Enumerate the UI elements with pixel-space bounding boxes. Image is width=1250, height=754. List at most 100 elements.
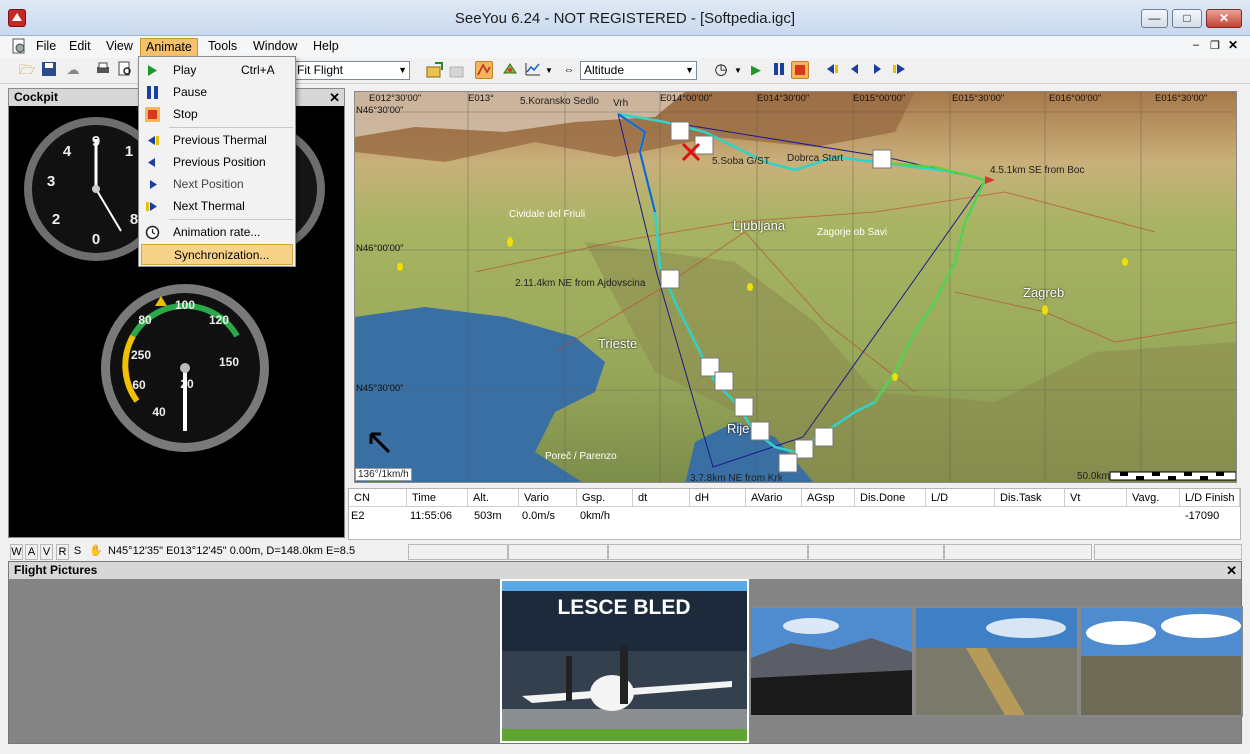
play-icon xyxy=(148,65,157,76)
menu-previous-position[interactable]: Previous Position xyxy=(141,152,293,173)
photo-cockpit-view[interactable] xyxy=(749,606,914,717)
menu-play[interactable]: Play Ctrl+A xyxy=(141,60,293,81)
menu-help[interactable]: Help xyxy=(308,38,344,57)
status-s-button[interactable]: S xyxy=(71,544,84,560)
print-icon[interactable] xyxy=(94,61,112,79)
next-thermal-icon[interactable] xyxy=(891,61,909,79)
document-icon[interactable] xyxy=(11,38,28,55)
menu-tools[interactable]: Tools xyxy=(203,38,242,57)
flight-map[interactable]: E012°30'00" E013° E014°00'00" E014°30'00… xyxy=(354,91,1237,483)
coord-top: E015°30'00" xyxy=(952,93,1005,104)
thermal-icon[interactable] xyxy=(501,61,519,79)
turnpoint-label: 5.Koransko Sedlo xyxy=(520,96,599,107)
title-bar: SeeYou 6.24 - NOT REGISTERED - [Softpedi… xyxy=(0,0,1250,36)
close-icon[interactable]: ✕ xyxy=(329,89,340,106)
graph-combo[interactable]: Altitude ▼ xyxy=(580,61,697,80)
clock-icon[interactable]: ◷ xyxy=(712,61,730,79)
column-header[interactable]: L/D xyxy=(926,489,995,507)
town-label: Cividale del Friuli xyxy=(509,209,586,220)
cell-alt: 503m xyxy=(474,510,502,522)
menu-animation-rate[interactable]: Animation rate... xyxy=(141,222,293,243)
start-label: Dobrca Start xyxy=(787,153,844,164)
column-header[interactable]: Vario xyxy=(519,489,577,507)
turnpoint-label: 3.7.8km NE from Krk xyxy=(690,473,783,483)
menu-synchronization[interactable]: Synchronization... xyxy=(141,244,293,265)
menu-next-thermal[interactable]: Next Thermal xyxy=(141,196,293,217)
column-header[interactable]: L/D Finish xyxy=(1180,489,1240,507)
menu-previous-thermal[interactable]: Previous Thermal xyxy=(141,130,293,151)
play-icon[interactable]: ▶ xyxy=(747,61,765,79)
column-header[interactable]: Vt xyxy=(1065,489,1127,507)
hand-icon: ✋ xyxy=(89,545,103,557)
coord-top: E016°30'00" xyxy=(1155,93,1208,104)
clock-dropdown-icon[interactable]: ▼ xyxy=(734,66,742,75)
previous-thermal-icon xyxy=(148,136,159,145)
menu-stop-label: Stop xyxy=(173,107,198,121)
menu-animate[interactable]: Animate xyxy=(140,38,198,57)
graph-icon[interactable] xyxy=(524,61,542,79)
menu-next-position[interactable]: Next Position xyxy=(141,174,293,195)
column-header[interactable]: Time xyxy=(407,489,468,507)
pause-icon xyxy=(147,86,158,99)
svg-text:100: 100 xyxy=(175,298,195,312)
save-icon[interactable] xyxy=(40,61,58,79)
export-icon[interactable] xyxy=(426,61,444,79)
column-header[interactable]: dt xyxy=(633,489,690,507)
mdi-restore-icon[interactable]: ❐ xyxy=(1210,39,1220,52)
pause-icon[interactable] xyxy=(770,61,788,79)
open-folder-icon[interactable]: 🗁 xyxy=(18,61,36,79)
status-w-button[interactable]: W xyxy=(10,544,23,560)
column-header[interactable]: AGsp xyxy=(802,489,855,507)
column-header[interactable]: Alt. xyxy=(468,489,519,507)
maximize-button[interactable]: □ xyxy=(1172,9,1202,28)
status-r-button[interactable]: R xyxy=(56,544,69,560)
minimize-button[interactable]: — xyxy=(1141,9,1168,28)
stop-icon[interactable] xyxy=(791,61,809,79)
column-header[interactable]: Gsp. xyxy=(577,489,633,507)
status-pane xyxy=(1094,544,1242,560)
view-combo[interactable]: Fit Flight ▼ xyxy=(293,61,410,80)
graph-dropdown-icon[interactable]: ▼ xyxy=(545,66,553,75)
mdi-close-icon[interactable]: ✕ xyxy=(1228,38,1238,52)
close-icon[interactable]: ✕ xyxy=(1226,562,1237,579)
graph-settings-icon[interactable]: ⇔ xyxy=(560,61,578,79)
photo-hangar[interactable]: LESCE BLED xyxy=(500,579,749,743)
svg-text:120: 120 xyxy=(209,313,229,327)
svg-text:40: 40 xyxy=(152,405,166,419)
chevron-down-icon: ▼ xyxy=(685,65,694,75)
mdi-minimize-icon[interactable]: – xyxy=(1193,39,1199,51)
previous-thermal-icon[interactable] xyxy=(822,61,840,79)
status-a-button[interactable]: A xyxy=(25,544,38,560)
cell-cn: E2 xyxy=(351,510,365,522)
view-combo-value: Fit Flight xyxy=(297,63,344,77)
close-button[interactable]: ✕ xyxy=(1206,9,1242,28)
coord-top: E012°30'00" xyxy=(369,93,422,104)
map-canvas[interactable] xyxy=(355,92,1237,483)
column-header[interactable]: CN xyxy=(349,489,407,507)
photo-aerial-view-2[interactable] xyxy=(1079,606,1243,717)
status-v-button[interactable]: V xyxy=(40,544,53,560)
previous-position-icon[interactable] xyxy=(846,61,864,79)
column-header[interactable]: Dis.Task xyxy=(995,489,1065,507)
menu-pause[interactable]: Pause xyxy=(141,82,293,103)
cloud-icon[interactable]: ☁ xyxy=(64,61,82,79)
menu-animation-rate-label: Animation rate... xyxy=(173,225,261,239)
print-preview-icon[interactable] xyxy=(116,61,134,79)
menu-view[interactable]: View xyxy=(101,38,138,57)
menu-play-label: Play xyxy=(173,63,197,77)
status-bar: W A V R S ✋ N45°12'35" E013°12'45" 0.00m… xyxy=(8,544,1242,560)
flight-track-icon[interactable] xyxy=(475,61,493,79)
svg-text:150: 150 xyxy=(219,355,239,369)
column-header[interactable]: dH xyxy=(690,489,746,507)
menu-file[interactable]: File xyxy=(31,38,61,57)
next-position-icon[interactable] xyxy=(868,61,886,79)
column-header[interactable]: Dis.Done xyxy=(855,489,926,507)
menu-previous-thermal-label: Previous Thermal xyxy=(173,133,267,147)
menu-stop[interactable]: Stop xyxy=(141,104,293,125)
menu-window[interactable]: Window xyxy=(248,38,302,57)
photo-aerial-view-1[interactable] xyxy=(914,606,1079,717)
column-header[interactable]: Vavg. xyxy=(1127,489,1180,507)
menu-edit[interactable]: Edit xyxy=(64,38,96,57)
column-header[interactable]: AVario xyxy=(746,489,802,507)
cell-vario: 0.0m/s xyxy=(522,510,556,522)
